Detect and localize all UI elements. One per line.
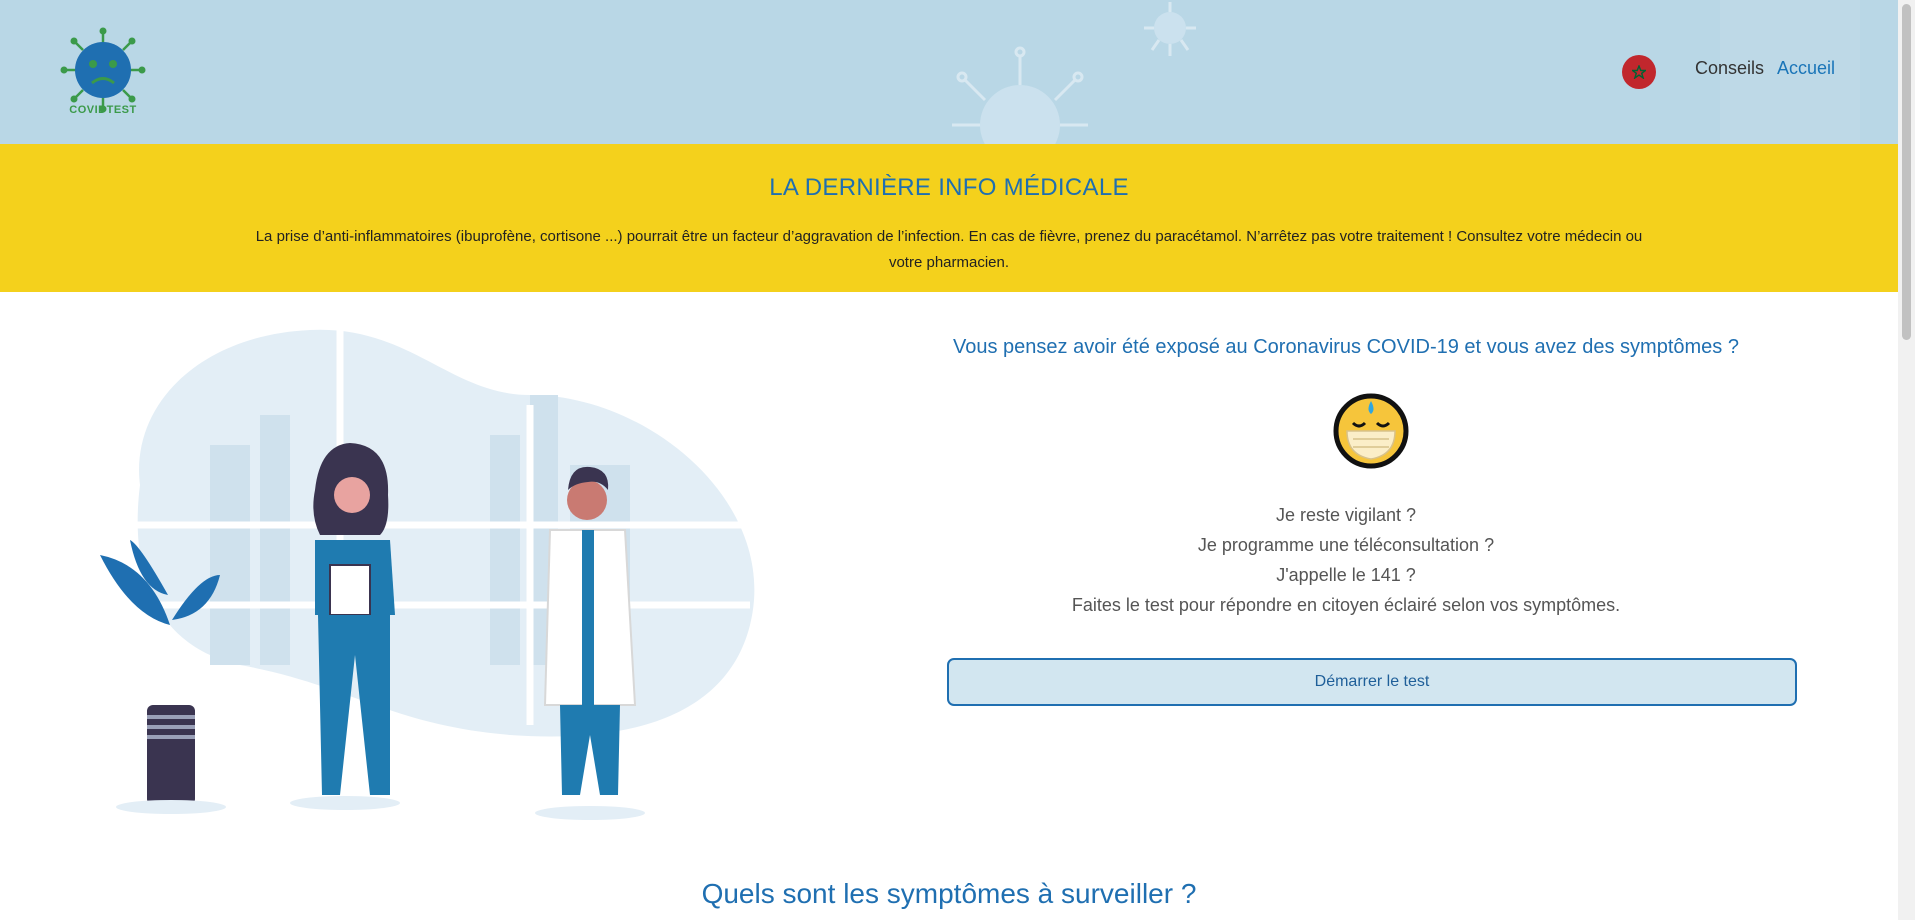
self-check-line: Je programme une téléconsultation ? bbox=[1197, 535, 1495, 555]
exposure-question: Vous pensez avoir été exposé au Coronavi… bbox=[953, 336, 1739, 358]
self-check-line: J'appelle le 141 ? bbox=[1276, 565, 1416, 585]
start-test-button[interactable]: Démarrer le test bbox=[947, 658, 1797, 706]
medical-staff-illustration bbox=[100, 325, 755, 820]
scrollbar-thumb[interactable] bbox=[1902, 4, 1911, 340]
nav-link-conseils[interactable]: Conseils bbox=[1695, 58, 1764, 79]
self-check-questions: Je reste vigilant ? Je programme une tél… bbox=[946, 500, 1746, 620]
banner-title: LA DERNIÈRE INFO MÉDICALE bbox=[769, 174, 1129, 201]
vertical-scrollbar[interactable] bbox=[1898, 0, 1915, 920]
nav-link-accueil[interactable]: Accueil bbox=[1777, 58, 1835, 79]
language-flag-icon[interactable] bbox=[1622, 55, 1656, 89]
banner-text: La prise d’anti-inflammatoires (ibuprofè… bbox=[255, 228, 1643, 271]
symptoms-section-title: Quels sont les symptômes à surveiller ? bbox=[701, 878, 1197, 909]
face-mask-emoji-icon bbox=[1333, 393, 1409, 469]
self-check-line: Je reste vigilant ? bbox=[1275, 505, 1417, 525]
medical-info-banner: LA DERNIÈRE INFO MÉDICALE La prise d’ant… bbox=[0, 144, 1898, 292]
self-check-line: Faites le test pour répondre en citoyen … bbox=[1071, 595, 1621, 615]
site-header: COVIDTEST Conseils Accueil bbox=[0, 0, 1898, 144]
logo-text: COVIDTEST bbox=[69, 104, 137, 116]
